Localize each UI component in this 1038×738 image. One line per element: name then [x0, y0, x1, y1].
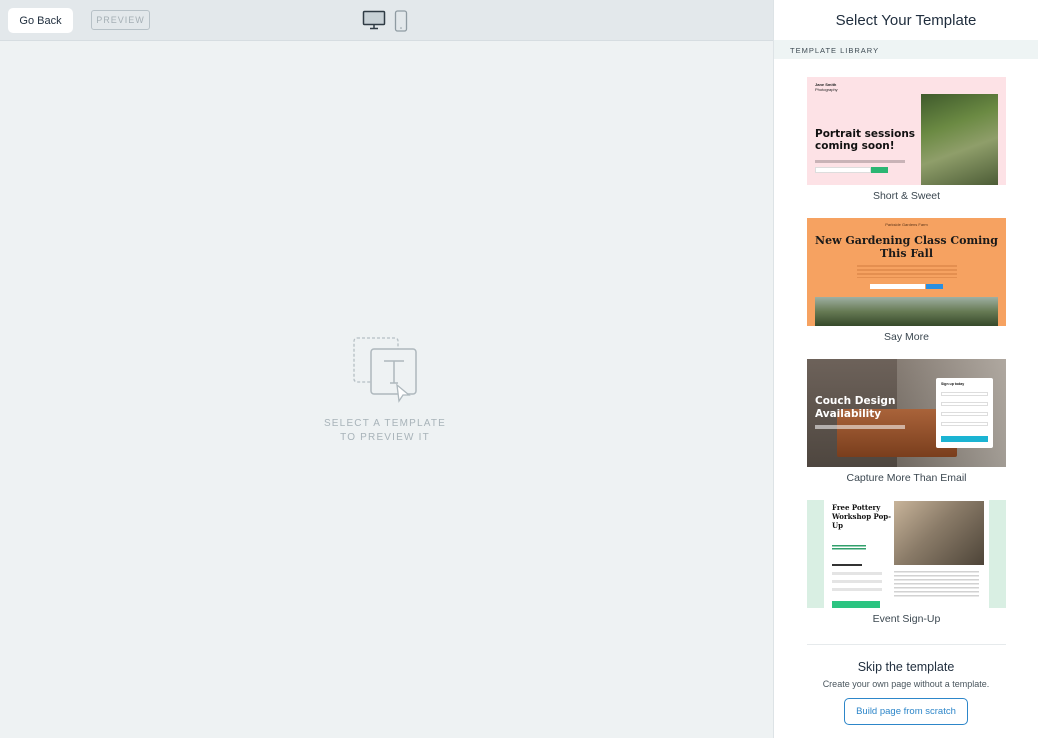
- template-name[interactable]: Capture More Than Email: [807, 472, 1006, 484]
- editor-toolbar: Go Back PREVIEW: [0, 0, 773, 41]
- template-thumbnail[interactable]: Couch Design Availability Sign up today: [807, 359, 1006, 467]
- template-thumbnail[interactable]: Free Pottery Workshop Pop-Up: [807, 500, 1006, 608]
- thumb-body-text: [857, 265, 957, 278]
- go-back-button[interactable]: Go Back: [8, 8, 73, 33]
- preview-button[interactable]: PREVIEW: [91, 10, 150, 30]
- template-thumbnail[interactable]: Jane Smith Photography Portrait sessions…: [807, 77, 1006, 185]
- thumb-email-field: [815, 167, 871, 173]
- thumb-form-fields: [832, 572, 882, 592]
- thumb-body-text: [894, 571, 979, 599]
- template-name[interactable]: Event Sign-Up: [807, 613, 1006, 625]
- thumb-headline: Couch Design Availability: [815, 395, 896, 420]
- thumb-photo: [921, 94, 998, 185]
- template-placeholder-icon: [353, 337, 417, 403]
- thumb-small-title: Parkside Gardens Farm: [885, 222, 928, 227]
- thumb-photo: [815, 297, 998, 326]
- template-name[interactable]: Say More: [807, 331, 1006, 343]
- thumb-headline: New Gardening Class Coming This Fall: [815, 234, 998, 260]
- thumb-headline: Portrait sessions coming soon!: [815, 128, 916, 152]
- template-card-short-and-sweet[interactable]: Jane Smith Photography Portrait sessions…: [807, 77, 1006, 202]
- mobile-icon[interactable]: [394, 10, 408, 37]
- thumb-submit-button: [832, 601, 880, 608]
- empty-state-line1: SELECT A TEMPLATE: [323, 418, 447, 429]
- thumb-submit-button: [871, 167, 888, 173]
- template-name[interactable]: Short & Sweet: [807, 190, 1006, 202]
- editor-canvas: Go Back PREVIEW SELECT A TEMPLATE TO PRE: [0, 0, 773, 738]
- thumb-form: Sign up today: [936, 378, 993, 448]
- build-from-scratch-button[interactable]: Build page from scratch: [844, 698, 968, 725]
- thumb-submit-button: [926, 284, 943, 289]
- thumb-form-title: Sign up today: [941, 382, 965, 386]
- empty-state: SELECT A TEMPLATE TO PREVIEW IT: [300, 335, 470, 445]
- skip-template-subtitle: Create your own page without a template.: [822, 679, 990, 689]
- thumb-brand-sub: Photography: [815, 87, 838, 92]
- template-library-header: TEMPLATE LIBRARY: [774, 40, 1038, 59]
- thumb-description: [815, 160, 905, 163]
- thumb-photo: [894, 501, 984, 565]
- thumb-submit-button: [941, 436, 988, 442]
- template-card-event-signup[interactable]: Free Pottery Workshop Pop-Up Event Sign-…: [807, 500, 1006, 625]
- desktop-icon[interactable]: [362, 10, 386, 35]
- skip-template-title: Skip the template: [857, 660, 955, 674]
- template-card-capture-more[interactable]: Couch Design Availability Sign up today …: [807, 359, 1006, 484]
- thumb-date: [832, 545, 866, 550]
- thumb-email-field: [870, 284, 925, 289]
- thumb-description: [815, 425, 905, 429]
- template-card-say-more[interactable]: Parkside Gardens Farm New Gardening Clas…: [807, 218, 1006, 343]
- empty-state-line2: TO PREVIEW IT: [340, 432, 430, 443]
- template-library-label: TEMPLATE LIBRARY: [790, 46, 880, 55]
- thumb-headline: Free Pottery Workshop Pop-Up: [832, 503, 892, 530]
- divider: [807, 644, 1006, 645]
- panel-title: Select Your Template: [835, 11, 977, 29]
- template-thumbnail[interactable]: Parkside Gardens Farm New Gardening Clas…: [807, 218, 1006, 326]
- template-panel: Select Your Template TEMPLATE LIBRARY Ja…: [773, 0, 1038, 738]
